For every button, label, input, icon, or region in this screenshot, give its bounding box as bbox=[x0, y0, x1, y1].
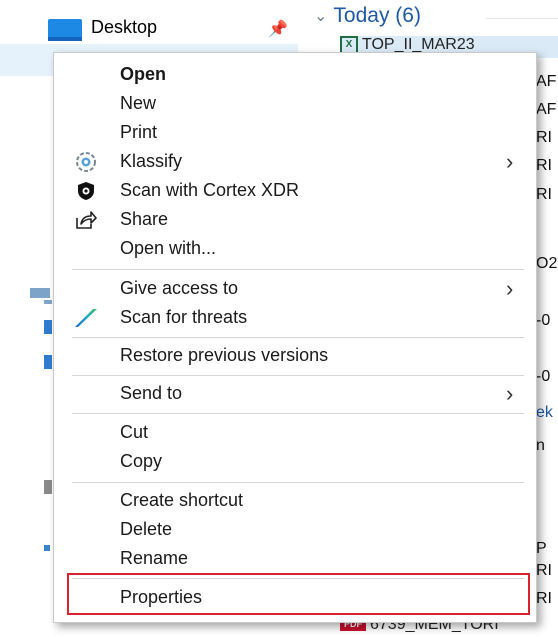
properties-highlight-box bbox=[67, 573, 530, 615]
nav-item-desktop[interactable]: Desktop 📌 bbox=[0, 13, 298, 43]
menu-separator bbox=[72, 413, 524, 414]
file-name: TOP_II_MAR23 bbox=[362, 36, 475, 54]
menu-item-scan-cortex-xdr[interactable]: Scan with Cortex XDR bbox=[54, 177, 536, 205]
context-menu: Open New Print Klassify › Scan with Cort… bbox=[53, 52, 537, 623]
file-name-fragment: -0 bbox=[536, 312, 551, 329]
menu-separator bbox=[72, 269, 524, 270]
submenu-arrow-icon: › bbox=[506, 149, 514, 174]
menu-separator bbox=[72, 337, 524, 338]
menu-item-print[interactable]: Print bbox=[54, 119, 536, 147]
scan-threats-icon bbox=[74, 306, 98, 330]
desktop-folder-icon bbox=[48, 19, 82, 41]
menu-item-label: Send to bbox=[120, 383, 183, 403]
menu-item-label: Give access to bbox=[120, 278, 239, 298]
menu-item-label: Open bbox=[120, 64, 167, 84]
group-header-today[interactable]: ⌄ Today (6) bbox=[314, 4, 421, 28]
file-name-fragment: ek bbox=[536, 404, 553, 421]
menu-item-label: Share bbox=[120, 209, 169, 229]
menu-item-give-access[interactable]: Give access to › bbox=[54, 275, 536, 303]
menu-item-copy[interactable]: Copy bbox=[54, 448, 536, 476]
pin-icon[interactable]: 📌 bbox=[268, 19, 288, 39]
submenu-arrow-icon: › bbox=[506, 276, 514, 301]
menu-item-label: Copy bbox=[120, 451, 163, 471]
menu-item-share[interactable]: Share bbox=[54, 206, 536, 234]
menu-separator bbox=[72, 375, 524, 376]
file-name-fragment: RI bbox=[536, 590, 552, 607]
file-name-fragment: RI bbox=[536, 562, 552, 579]
menu-separator bbox=[72, 482, 524, 483]
file-name-fragment: AF bbox=[536, 101, 557, 118]
file-name-fragment: n bbox=[536, 437, 545, 454]
menu-item-label: Print bbox=[120, 122, 158, 142]
menu-item-rename[interactable]: Rename bbox=[54, 545, 536, 573]
menu-item-scan-threats[interactable]: Scan for threats bbox=[54, 304, 536, 332]
file-name-fragment: AF bbox=[536, 73, 557, 90]
file-name-fragment: RI bbox=[536, 157, 552, 174]
menu-item-label: Cut bbox=[120, 422, 149, 442]
menu-item-label: New bbox=[120, 93, 157, 113]
menu-item-send-to[interactable]: Send to › bbox=[54, 380, 536, 408]
group-title: Today (6) bbox=[333, 4, 421, 27]
klassify-icon bbox=[74, 150, 98, 174]
menu-item-delete[interactable]: Delete bbox=[54, 516, 536, 544]
menu-item-label: Open with... bbox=[120, 238, 217, 258]
group-divider bbox=[486, 18, 558, 19]
menu-item-label: Klassify bbox=[120, 151, 183, 171]
file-name-fragment: -0 bbox=[536, 368, 551, 385]
menu-item-new[interactable]: New bbox=[54, 90, 536, 118]
menu-item-label: Restore previous versions bbox=[120, 345, 329, 365]
menu-item-cut[interactable]: Cut bbox=[54, 419, 536, 447]
menu-item-open[interactable]: Open bbox=[54, 61, 536, 89]
file-name-fragment: O2 bbox=[536, 255, 558, 272]
menu-item-open-with[interactable]: Open with... bbox=[54, 235, 536, 263]
menu-item-label: Scan for threats bbox=[120, 307, 248, 327]
nav-item-label: Desktop bbox=[91, 17, 158, 37]
menu-item-restore-previous-versions[interactable]: Restore previous versions bbox=[54, 342, 536, 370]
cortex-shield-icon bbox=[74, 179, 98, 203]
share-icon bbox=[74, 208, 98, 232]
chevron-down-icon[interactable]: ⌄ bbox=[314, 6, 327, 26]
file-name-fragment: RI bbox=[536, 186, 552, 203]
menu-item-label: Create shortcut bbox=[120, 490, 244, 510]
menu-item-label: Delete bbox=[120, 519, 173, 539]
menu-item-klassify[interactable]: Klassify › bbox=[54, 148, 536, 176]
file-name-fragment: RI bbox=[536, 129, 552, 146]
submenu-arrow-icon: › bbox=[506, 381, 514, 406]
menu-item-label: Scan with Cortex XDR bbox=[120, 180, 300, 200]
menu-item-create-shortcut[interactable]: Create shortcut bbox=[54, 487, 536, 515]
file-name-fragment: P bbox=[536, 540, 547, 557]
menu-item-label: Rename bbox=[120, 548, 189, 568]
